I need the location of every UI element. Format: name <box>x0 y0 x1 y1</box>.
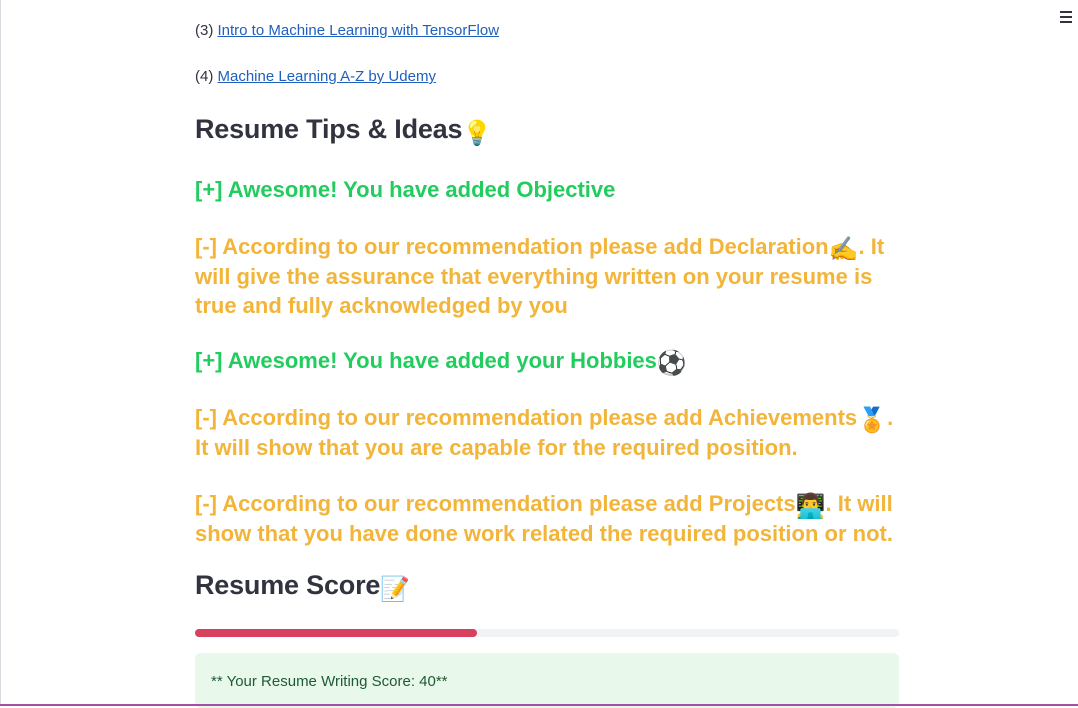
tip-text: [+] Awesome! You have added your Hobbies <box>195 348 657 373</box>
score-progress-bar <box>195 629 899 637</box>
tip-projects-missing: [-] According to our recommendation plea… <box>195 489 899 548</box>
writing-hand-icon: ✍ <box>828 236 859 263</box>
score-progress-fill <box>195 629 477 637</box>
tip-objective-added: [+] Awesome! You have added Objective <box>195 177 616 202</box>
resume-score-heading: Resume Score📝 <box>195 570 410 602</box>
soccer-ball-icon: ⚽ <box>656 350 687 377</box>
course-link-item-3: (3) Intro to Machine Learning with Tenso… <box>195 22 499 39</box>
menu-bar <box>1060 16 1072 18</box>
course-link-number: (3) <box>195 22 218 39</box>
memo-icon: 📝 <box>380 576 410 603</box>
menu-bar <box>1060 11 1072 13</box>
technologist-icon: 👨‍💻 <box>795 493 826 520</box>
course-link-number: (4) <box>195 68 218 85</box>
resume-tips-heading: Resume Tips & Ideas💡 <box>195 114 492 146</box>
menu-bar <box>1060 21 1072 23</box>
tip-hobbies-added: [+] Awesome! You have added your Hobbies… <box>195 346 899 376</box>
page-left-border <box>0 0 1 706</box>
score-text: ** Your Resume Writing Score: 40** <box>211 673 448 690</box>
tip-declaration-missing: [-] According to our recommendation plea… <box>195 232 899 320</box>
tip-text: [-] According to our recommendation plea… <box>195 491 796 516</box>
light-bulb-icon: 💡 <box>462 120 492 147</box>
course-link-tensorflow[interactable]: Intro to Machine Learning with TensorFlo… <box>218 22 500 39</box>
resume-tips-title: Resume Tips & Ideas <box>195 114 463 144</box>
score-success-box: ** Your Resume Writing Score: 40** <box>195 653 899 708</box>
resume-score-title: Resume Score <box>195 570 381 600</box>
medal-icon: 🏅 <box>857 407 888 434</box>
course-link-item-4: (4) Machine Learning A-Z by Udemy <box>195 68 436 85</box>
tip-achievements-missing: [-] According to our recommendation plea… <box>195 403 899 462</box>
tip-text: [-] According to our recommendation plea… <box>195 405 858 430</box>
tip-text: [-] According to our recommendation plea… <box>195 234 829 259</box>
course-link-udemy[interactable]: Machine Learning A-Z by Udemy <box>218 68 436 85</box>
hamburger-menu-icon[interactable] <box>1060 6 1076 28</box>
